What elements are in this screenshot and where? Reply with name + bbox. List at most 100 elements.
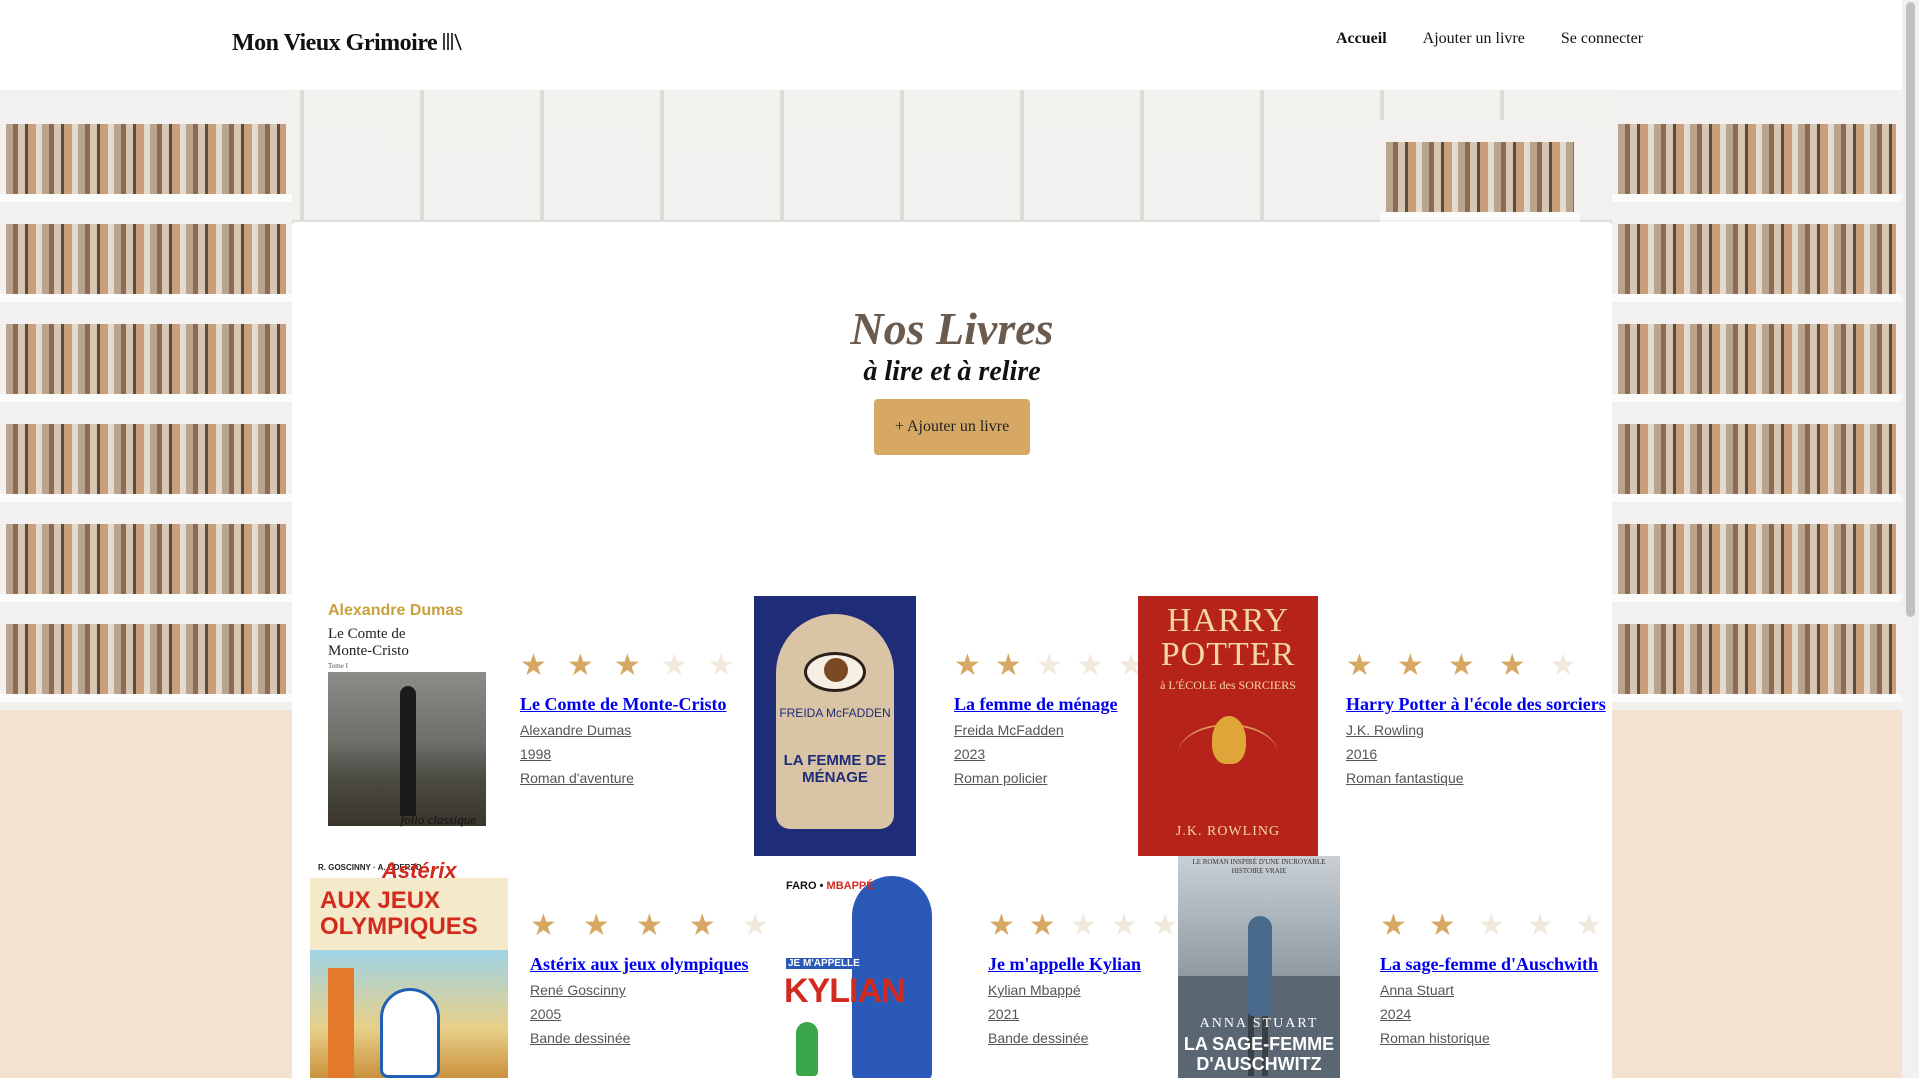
page-title: Nos Livres: [850, 303, 1054, 354]
main-nav: Accueil Ajouter un livre Se connecter: [1336, 30, 1643, 48]
star-icon: ★: [954, 648, 981, 683]
book-title-link[interactable]: Astérix aux jeux olympiques: [530, 954, 769, 975]
cover-tome: Tome I: [328, 662, 348, 670]
add-book-button[interactable]: + Ajouter un livre: [874, 399, 1030, 455]
book-cover-image[interactable]: R. GOSCINNY · A. UDERZO Astérix AUX JEUX…: [310, 858, 508, 1078]
star-icon: ★: [582, 908, 610, 943]
page-subtitle: à lire et à relire: [863, 356, 1041, 387]
cover-figure: [1248, 916, 1272, 1016]
cover-title: AUX JEUX OLYMPIQUES: [320, 887, 478, 940]
book-cover-image[interactable]: LE ROMAN INSPIRÉ D'UNE INCROYABLE HISTOI…: [1178, 856, 1340, 1078]
book-year-link[interactable]: 1998: [520, 745, 735, 763]
book-cover-image[interactable]: HARRY POTTER à L'ÉCOLE des SORCIERS J.K.…: [1138, 596, 1318, 856]
hero-shelf-right: [1612, 90, 1902, 710]
book-year-link[interactable]: 2005: [530, 1005, 769, 1023]
books-icon: [441, 31, 463, 57]
book-title-link[interactable]: Je m'appelle Kylian: [988, 954, 1179, 975]
star-icon: ★: [1380, 908, 1407, 943]
star-icon: ★: [1346, 648, 1373, 683]
book-title-link[interactable]: Le Comte de Monte-Cristo: [520, 694, 735, 715]
cover-owl: [1212, 716, 1246, 764]
main-card: Nos Livres à lire et à relire + Ajouter …: [292, 222, 1612, 1078]
star-icon: ★: [741, 908, 769, 943]
book-info: ★ ★ ★ ★ ★ La sage-femme d'Auschwith Anna Stu…: [1380, 910, 1603, 1047]
cover-pretitle: JE M'APPELLE: [786, 958, 862, 969]
book-info: ★ ★ ★ ★ ★ La femme de ménage Freida McFadden…: [954, 650, 1145, 787]
book-title-link[interactable]: La femme de ménage: [954, 694, 1145, 715]
rating-stars: ★ ★ ★ ★ ★: [520, 650, 735, 682]
cover-title: HARRY POTTER: [1160, 602, 1296, 673]
book-year-link[interactable]: 2021: [988, 1005, 1179, 1023]
cover-figure: [400, 686, 416, 816]
book-info: ★ ★ ★ ★ ★ Astérix aux jeux olympiques René G…: [530, 910, 769, 1047]
book-cover-image[interactable]: FARO • MBAPPÉ JE M'APPELLE KYLIAN: [782, 858, 952, 1078]
logo-text: Mon Vieux Grimoire: [232, 30, 438, 56]
cover-title: KYLIAN: [784, 972, 906, 1010]
star-icon: ★: [1575, 908, 1603, 943]
cover-author: ANNA STUART: [1199, 1016, 1319, 1031]
cover-subtitle: à L'ÉCOLE des SORCIERS: [1160, 678, 1296, 692]
page-scrollbar[interactable]: [1902, 0, 1919, 1078]
star-icon: ★: [613, 648, 641, 683]
star-icon: ★: [530, 908, 557, 943]
rating-stars: ★ ★ ★ ★ ★: [954, 650, 1145, 682]
star-icon: ★: [1477, 908, 1505, 943]
book-genre-link[interactable]: Roman historique: [1380, 1029, 1603, 1047]
book-author-link[interactable]: Freida McFadden: [954, 721, 1145, 739]
site-logo[interactable]: Mon Vieux Grimoire: [232, 30, 463, 57]
book-author-link[interactable]: Alexandre Dumas: [520, 721, 735, 739]
book-author-link[interactable]: Anna Stuart: [1380, 981, 1603, 999]
book-info: ★ ★ ★ ★ ★ Le Comte de Monte-Cristo Alexandre…: [520, 650, 735, 787]
cover-child-figure: [796, 1022, 818, 1076]
star-icon: ★: [994, 648, 1022, 683]
star-icon: ★: [520, 648, 547, 683]
cover-author: Alexandre Dumas: [328, 602, 464, 619]
cover-character: [380, 988, 440, 1078]
star-icon: ★: [1069, 908, 1097, 943]
nav-item-se-connecter[interactable]: Se connecter: [1561, 30, 1643, 48]
book-genre-link[interactable]: Bande dessinée: [988, 1029, 1179, 1047]
book-year-link[interactable]: 2024: [1380, 1005, 1603, 1023]
site-header: Mon Vieux Grimoire Accueil Ajouter un li…: [0, 0, 1902, 90]
cover-author-a: FARO •: [786, 880, 824, 892]
cover-title: LA SAGE-FEMME D'AUSCHWITZ: [1183, 1034, 1335, 1074]
star-icon: ★: [1035, 648, 1063, 683]
book-genre-link[interactable]: Roman policier: [954, 769, 1145, 787]
book-info: ★ ★ ★ ★ ★ Harry Potter à l'école des sorcier…: [1346, 650, 1606, 787]
hero-shelf-back: [1380, 120, 1580, 230]
star-icon: ★: [1028, 908, 1056, 943]
book-genre-link[interactable]: Roman d'aventure: [520, 769, 735, 787]
star-icon: ★: [1428, 908, 1456, 943]
book-info: ★ ★ ★ ★ ★ Je m'appelle Kylian Kylian Mbappé …: [988, 910, 1179, 1047]
star-icon: ★: [988, 908, 1015, 943]
book-cover-image[interactable]: FREIDA McFADDEN LA FEMME DE MÉNAGE: [754, 596, 916, 856]
book-year-link[interactable]: 2023: [954, 745, 1145, 763]
nav-item-ajouter-livre[interactable]: Ajouter un livre: [1423, 30, 1525, 48]
book-genre-link[interactable]: Roman fantastique: [1346, 769, 1606, 787]
cover-title: LA FEMME DE MÉNAGE: [783, 752, 887, 786]
star-icon: ★: [1076, 648, 1104, 683]
book-cover-image[interactable]: Alexandre Dumas Le Comte de Monte-Cristo…: [318, 596, 502, 830]
rating-stars: ★ ★ ★ ★ ★: [1346, 650, 1606, 682]
book-author-link[interactable]: J.K. Rowling: [1346, 721, 1606, 739]
star-icon: ★: [688, 908, 716, 943]
book-author-link[interactable]: René Goscinny: [530, 981, 769, 999]
book-year-link[interactable]: 2016: [1346, 745, 1606, 763]
book-title-link[interactable]: Harry Potter à l'école des sorciers: [1346, 694, 1606, 715]
book-title-link[interactable]: La sage-femme d'Auschwith: [1380, 954, 1603, 975]
book-author-link[interactable]: Kylian Mbappé: [988, 981, 1179, 999]
star-icon: ★: [1526, 908, 1554, 943]
hero-shelf-left: [0, 90, 292, 710]
book-genre-link[interactable]: Bande dessinée: [530, 1029, 769, 1047]
star-icon: ★: [566, 648, 594, 683]
star-icon: ★: [660, 648, 688, 683]
cover-tagline: LE ROMAN INSPIRÉ D'UNE INCROYABLE HISTOI…: [1192, 858, 1326, 875]
nav-item-accueil[interactable]: Accueil: [1336, 30, 1387, 48]
rating-stars: ★ ★ ★ ★ ★: [530, 910, 769, 942]
cover-author-b: MBAPPÉ: [826, 880, 874, 892]
star-icon: ★: [1151, 908, 1179, 943]
star-icon: ★: [1110, 908, 1138, 943]
scrollbar-thumb[interactable]: [1906, 2, 1915, 617]
cover-authors: FARO • MBAPPÉ: [786, 880, 874, 892]
star-icon: ★: [635, 908, 663, 943]
